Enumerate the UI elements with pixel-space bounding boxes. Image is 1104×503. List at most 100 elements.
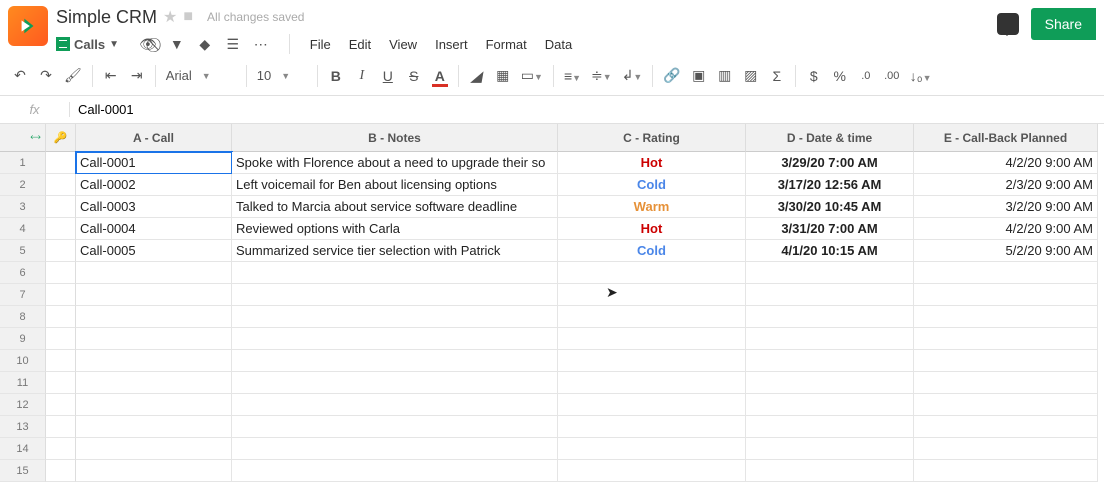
star-icon[interactable]: ★ xyxy=(163,7,177,27)
cell-empty[interactable] xyxy=(914,460,1098,482)
cell-empty[interactable] xyxy=(914,262,1098,284)
cell-datetime[interactable]: 3/17/20 12:56 AM xyxy=(746,174,914,196)
cell-empty[interactable] xyxy=(558,416,746,438)
cell-empty[interactable] xyxy=(914,284,1098,306)
cell-empty[interactable] xyxy=(76,262,232,284)
italic-button[interactable]: I xyxy=(354,68,370,84)
row-header[interactable]: 6 xyxy=(0,262,46,284)
row-header[interactable]: 10 xyxy=(0,350,46,372)
font-selector[interactable]: Arial ▼ xyxy=(166,68,236,83)
hide-icon[interactable]: 👁︎⃠ xyxy=(139,36,157,53)
cell-empty[interactable] xyxy=(76,306,232,328)
cell-call[interactable]: Call-0003 xyxy=(76,196,232,218)
cell-empty[interactable] xyxy=(558,328,746,350)
row-handle[interactable] xyxy=(46,460,76,482)
row-handle[interactable] xyxy=(46,416,76,438)
row-handle[interactable] xyxy=(46,152,76,174)
cell-empty[interactable] xyxy=(746,350,914,372)
cell-empty[interactable] xyxy=(232,416,558,438)
column-header-d[interactable]: D - Date & time xyxy=(746,124,914,152)
cell-notes[interactable]: Talked to Marcia about service software … xyxy=(232,196,558,218)
cell-notes[interactable]: Spoke with Florence about a need to upgr… xyxy=(232,152,558,174)
row-header[interactable]: 2 xyxy=(0,174,46,196)
select-all-corner[interactable]: ⤢ xyxy=(0,124,46,152)
cell-empty[interactable] xyxy=(746,262,914,284)
cell-rating[interactable]: Hot xyxy=(558,218,746,240)
row-handle[interactable] xyxy=(46,284,76,306)
cell-call[interactable]: Call-0002 xyxy=(76,174,232,196)
percent-button[interactable]: % xyxy=(832,68,848,84)
merge-button[interactable]: ▭▼ xyxy=(521,67,543,84)
h-align-button[interactable]: ≡▼ xyxy=(564,68,581,84)
cell-empty[interactable] xyxy=(558,438,746,460)
currency-button[interactable]: $ xyxy=(806,68,822,84)
cell-empty[interactable] xyxy=(914,328,1098,350)
sort-icon[interactable]: ◆ xyxy=(197,36,213,53)
borders-button[interactable]: ▦ xyxy=(495,67,511,84)
cell-empty[interactable] xyxy=(746,438,914,460)
cell-empty[interactable] xyxy=(746,460,914,482)
row-handle[interactable] xyxy=(46,394,76,416)
row-header[interactable]: 4 xyxy=(0,218,46,240)
cell-empty[interactable] xyxy=(914,350,1098,372)
cell-empty[interactable] xyxy=(914,372,1098,394)
row-key-column[interactable]: 🔑 xyxy=(46,124,76,152)
cell-empty[interactable] xyxy=(232,460,558,482)
menu-format[interactable]: Format xyxy=(486,37,527,52)
row-header[interactable]: 9 xyxy=(0,328,46,350)
cell-empty[interactable] xyxy=(746,306,914,328)
cell-empty[interactable] xyxy=(76,284,232,306)
row-header[interactable]: 1 xyxy=(0,152,46,174)
menu-edit[interactable]: Edit xyxy=(349,37,371,52)
cell-call[interactable]: Call-0004 xyxy=(76,218,232,240)
folder-icon[interactable]: ■ xyxy=(183,8,193,26)
cell-empty[interactable] xyxy=(746,328,914,350)
cell-empty[interactable] xyxy=(558,284,746,306)
menu-insert[interactable]: Insert xyxy=(435,37,468,52)
filter-icon[interactable]: ▼ xyxy=(169,36,185,52)
cell-empty[interactable] xyxy=(746,372,914,394)
formula-input[interactable] xyxy=(70,96,1104,123)
cell-callback[interactable]: 4/2/20 9:00 AM xyxy=(914,152,1098,174)
cell-empty[interactable] xyxy=(76,438,232,460)
underline-button[interactable]: U xyxy=(380,68,396,84)
decrease-decimal-button[interactable]: .0 xyxy=(858,70,874,82)
row-header[interactable]: 3 xyxy=(0,196,46,218)
cell-empty[interactable] xyxy=(232,394,558,416)
paint-format-icon[interactable]: 🖌 xyxy=(64,67,82,84)
cell-callback[interactable]: 2/3/20 9:00 AM xyxy=(914,174,1098,196)
indent-icon[interactable]: ⇥ xyxy=(129,67,145,84)
cell-datetime[interactable]: 3/30/20 10:45 AM xyxy=(746,196,914,218)
sheet-tab[interactable]: Calls ▼ xyxy=(56,37,119,52)
cell-notes[interactable]: Left voicemail for Ben about licensing o… xyxy=(232,174,558,196)
functions-icon[interactable]: Σ xyxy=(769,68,785,84)
cell-empty[interactable] xyxy=(914,394,1098,416)
menu-view[interactable]: View xyxy=(389,37,417,52)
row-handle[interactable] xyxy=(46,350,76,372)
chart-icon[interactable]: ▥ xyxy=(717,67,733,84)
cell-empty[interactable] xyxy=(914,416,1098,438)
column-header-a[interactable]: A - Call xyxy=(76,124,232,152)
increase-decimal-button[interactable]: .00 xyxy=(884,70,900,82)
text-color-button[interactable]: A xyxy=(432,68,448,84)
v-align-button[interactable]: ≑▼ xyxy=(591,67,612,84)
cell-datetime[interactable]: 4/1/20 10:15 AM xyxy=(746,240,914,262)
row-header[interactable]: 13 xyxy=(0,416,46,438)
row-header[interactable]: 15 xyxy=(0,460,46,482)
cell-empty[interactable] xyxy=(232,328,558,350)
cell-empty[interactable] xyxy=(558,372,746,394)
cell-empty[interactable] xyxy=(76,416,232,438)
row-height-icon[interactable]: ☰ xyxy=(225,36,241,53)
menu-data[interactable]: Data xyxy=(545,37,572,52)
row-handle[interactable] xyxy=(46,328,76,350)
undo-icon[interactable]: ↶ xyxy=(12,67,28,84)
cell-datetime[interactable]: 3/31/20 7:00 AM xyxy=(746,218,914,240)
cell-empty[interactable] xyxy=(558,306,746,328)
spreadsheet-grid[interactable]: ⤢🔑A - CallB - NotesC - RatingD - Date & … xyxy=(0,124,1104,482)
cell-callback[interactable]: 3/2/20 9:00 AM xyxy=(914,196,1098,218)
cell-empty[interactable] xyxy=(232,262,558,284)
cell-empty[interactable] xyxy=(232,438,558,460)
column-header-e[interactable]: E - Call-Back Planned xyxy=(914,124,1098,152)
column-header-c[interactable]: C - Rating xyxy=(558,124,746,152)
cell-callback[interactable]: 4/2/20 9:00 AM xyxy=(914,218,1098,240)
